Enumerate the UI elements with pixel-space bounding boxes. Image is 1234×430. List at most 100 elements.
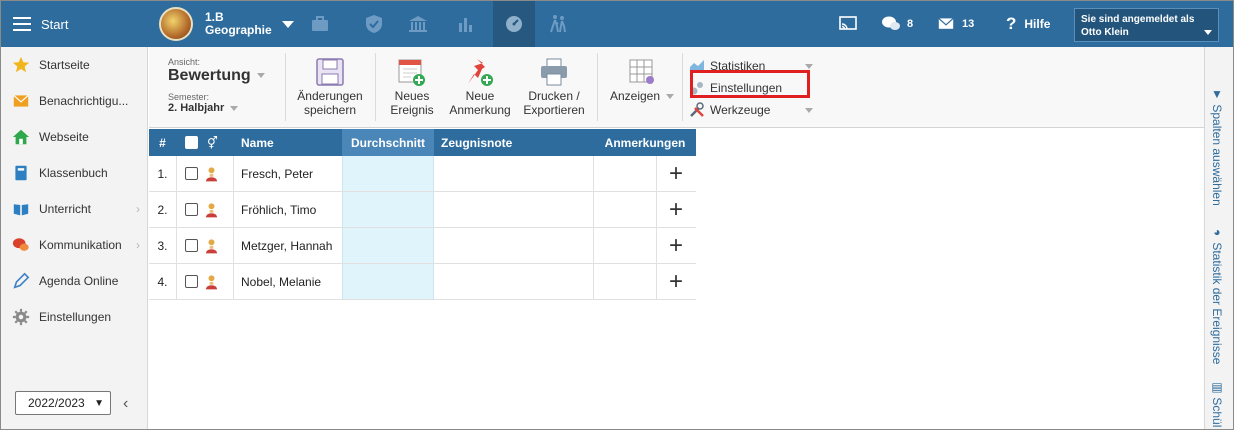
tools-menu[interactable]: Werkzeuge [689,99,819,121]
sidebar-item-unterricht[interactable]: Unterricht › [1,191,148,227]
row-divider [233,156,234,191]
add-note-button[interactable]: + [657,228,695,263]
new-event-label-1: Neues [394,89,430,103]
sidebar-item-agenda-online[interactable]: Agenda Online [1,263,148,299]
briefcase-icon[interactable] [299,1,341,47]
header-gender[interactable]: ⚥ [207,129,227,156]
start-menu-button[interactable]: Start [1,1,148,47]
student-name[interactable]: Fröhlich, Timo [241,192,341,227]
row-number: 3. [157,238,168,253]
new-note-label-2: Anmerkung [449,103,511,117]
messages-count: 8 [907,18,914,30]
notes-cell[interactable] [596,228,656,263]
school-year-select[interactable]: 2022/2023 ▼ [15,391,111,415]
sidebar-item-benachrichtigungen[interactable]: Benachrichtigu... [1,83,148,119]
print-label-2: Exportieren [523,103,585,117]
select-all-checkbox[interactable] [185,129,201,156]
star-icon [12,56,30,74]
sidebar-item-kommunikation[interactable]: Kommunikation › [1,227,148,263]
sidebar-item-einstellungen[interactable]: Einstellungen [1,299,148,335]
header-name[interactable]: Name [241,129,341,156]
new-event-button[interactable]: Neues Ereignis [385,57,439,117]
sidebar-item-webseite[interactable]: Webseite [1,119,148,155]
tab-statistics[interactable]: ◕ Statistik der Ereignisse [1210,225,1224,364]
notes-cell[interactable] [596,264,656,299]
toolbar: Ansicht: Bewertung Semester: 2. Halbjahr… [149,47,1204,128]
shield-check-icon[interactable] [353,1,395,47]
grade-cell[interactable] [435,264,593,299]
sidebar-item-label: Startseite [39,58,90,72]
collapse-sidebar-button[interactable]: ‹ [123,395,128,413]
show-label-row: Anzeigen [607,89,677,103]
calendar-add-icon [398,59,425,86]
sidebar-item-klassenbuch[interactable]: Klassenbuch [1,155,148,191]
help-label: Hilfe [1024,17,1051,31]
chevron-down-icon [281,20,294,28]
list-icon: ▤ [1210,380,1224,398]
student-name[interactable]: Fresch, Peter [241,156,341,191]
average-cell [342,228,434,263]
table-row: 3. Metzger, Hannah + [149,228,696,264]
cast-screen-icon[interactable] [827,1,869,47]
sidebar: Startseite Benachrichtigu... Webseite Kl… [1,47,148,429]
row-checkbox[interactable] [185,192,201,227]
vertical-tabs: ▼ Spalten auswählen ◕ Statistik der Erei… [1204,47,1233,429]
user-menu[interactable]: Sie sind angemeldet als Otto Klein [1074,8,1219,42]
row-checkbox[interactable] [185,156,201,191]
grade-cell[interactable] [435,156,593,191]
row-divider [176,264,177,299]
row-divider [176,192,177,227]
mail-button[interactable]: 13 [936,1,974,47]
row-divider [233,228,234,263]
row-checkbox[interactable] [185,228,201,263]
sidebar-item-startseite[interactable]: Startseite [1,47,148,83]
class-selector[interactable]: 1.B Geographie [159,7,294,41]
add-note-button[interactable]: + [657,156,695,191]
pushpin-add-icon [468,59,493,86]
sidebar-item-label: Einstellungen [39,310,112,324]
semester-caption: Semester: [168,92,210,102]
table-row: 1. Fresch, Peter + [149,156,696,192]
add-note-button[interactable]: + [657,192,695,227]
class-line2: Geographie [205,23,272,37]
messages-button[interactable]: 8 [881,1,913,47]
help-button[interactable]: ? Hilfe [1006,1,1050,47]
semester-value-row[interactable]: 2. Halbjahr [168,102,265,114]
semester-value: 2. Halbjahr [168,102,225,114]
add-note-button[interactable]: + [657,264,695,299]
bank-icon[interactable] [397,1,439,47]
print-export-button[interactable]: Drucken / Exportieren [519,57,589,117]
book-icon [12,164,30,182]
student-name[interactable]: Metzger, Hannah [241,228,341,263]
walking-persons-icon[interactable] [537,1,579,47]
row-divider [593,156,594,191]
header-notes[interactable]: Anmerkungen [595,129,695,156]
row-checkbox[interactable] [185,264,201,299]
checkbox-icon [185,275,198,288]
school-year-value: 2022/2023 [28,396,85,410]
checkbox-icon [185,167,198,180]
new-note-button[interactable]: Neue Anmerkung [445,57,515,117]
grade-cell[interactable] [435,228,593,263]
new-note-label-1: Neue [465,89,495,103]
tab-students[interactable]: ▤ Schül [1210,380,1224,427]
notes-cell[interactable] [596,192,656,227]
save-changes-button[interactable]: Änderungen speichern [292,57,368,117]
class-avatar-icon [159,7,193,41]
gauge-icon[interactable] [493,1,535,47]
student-name[interactable]: Nobel, Melanie [241,264,341,299]
tab-columns[interactable]: ▼ Spalten auswählen [1210,87,1224,206]
bar-chart-icon[interactable] [445,1,487,47]
header-average[interactable]: Durchschnitt [342,129,434,156]
header-grade[interactable]: Zeugnisnote [441,129,591,156]
notes-cell[interactable] [596,156,656,191]
chevron-down-icon [805,108,813,113]
toolbar-divider [682,53,683,121]
printer-icon [541,58,567,86]
sidebar-item-label: Unterricht [39,202,92,216]
floppy-disk-icon [316,58,344,86]
view-selector[interactable]: Ansicht: Bewertung Semester: 2. Halbjahr [168,57,265,114]
show-menu-button[interactable]: Anzeigen [607,57,677,103]
grade-cell[interactable] [435,192,593,227]
question-icon: ? [1006,14,1017,33]
